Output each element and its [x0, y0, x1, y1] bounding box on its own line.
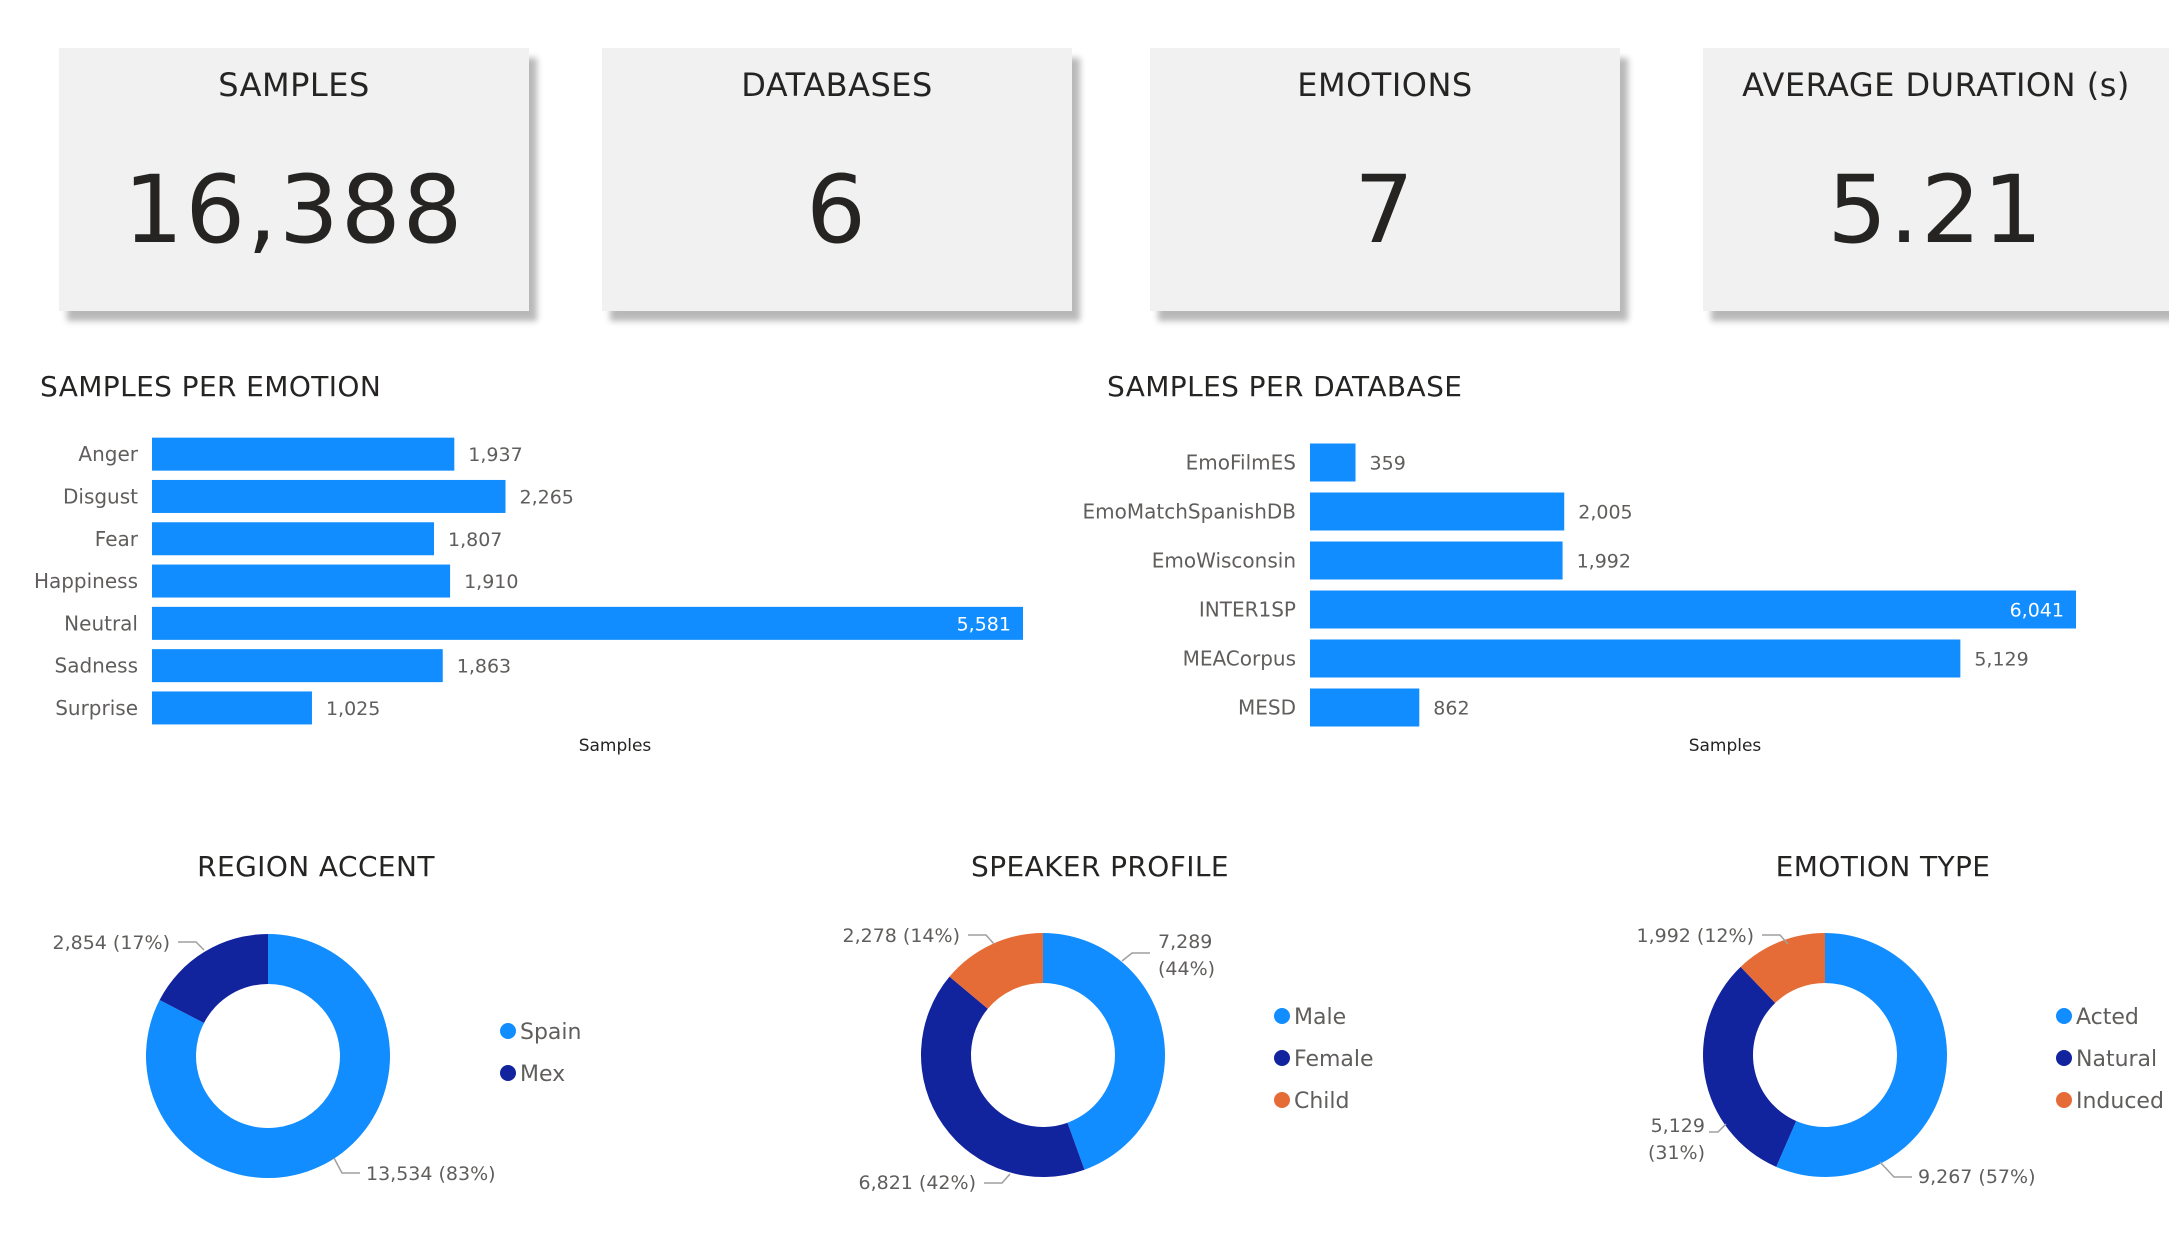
legend-marker-spain: [500, 1023, 516, 1039]
category-label-mesd: MESD: [1238, 696, 1296, 720]
legend-label-spain[interactable]: Spain: [520, 1020, 581, 1045]
data-label-male: 7,289: [1158, 931, 1212, 953]
chart-title-region-accent: REGION ACCENT: [197, 850, 435, 883]
kpi-card-samples: SAMPLES 16,388: [59, 48, 529, 311]
category-label-emowisconsin: EmoWisconsin: [1152, 549, 1296, 573]
bar-anger[interactable]: [152, 437, 455, 471]
legend-label-acted[interactable]: Acted: [2076, 1005, 2139, 1030]
data-label-neutral: 5,581: [957, 613, 1011, 635]
data-label-meacorpus: 5,129: [1974, 649, 2028, 671]
kpi-title: AVERAGE DURATION (s): [1742, 66, 2130, 104]
data-label-spain: 13,534 (83%): [366, 1163, 496, 1185]
legend-marker-female: [1274, 1050, 1290, 1066]
data-label-male: (44%): [1158, 958, 1215, 980]
bar-disgust[interactable]: [152, 479, 506, 513]
bar-meacorpus[interactable]: [1310, 639, 1961, 678]
category-label-sadness: Sadness: [55, 654, 138, 678]
legend-label-male[interactable]: Male: [1294, 1005, 1346, 1030]
data-label-child: 2,278 (14%): [843, 925, 961, 947]
category-label-inter1sp: INTER1SP: [1199, 598, 1296, 622]
bar-inter1sp[interactable]: [1310, 590, 2076, 629]
leader-line: [333, 1157, 360, 1174]
category-label-neutral: Neutral: [64, 611, 138, 635]
legend-marker-natural: [2056, 1050, 2072, 1066]
data-label-acted: 9,267 (57%): [1918, 1166, 2036, 1188]
data-label-emowisconsin: 1,992: [1577, 551, 1631, 573]
legend-label-child[interactable]: Child: [1294, 1089, 1350, 1114]
category-label-disgust: Disgust: [63, 484, 138, 508]
emotion-type-donut-chart: 9,267 (57%) 5,129 (31%) 1,992 (12%) Acted Nat…: [1637, 925, 2164, 1188]
bar-sadness[interactable]: [152, 649, 443, 683]
bar-neutral[interactable]: [152, 606, 1023, 640]
data-label-female: 6,821 (42%): [859, 1172, 977, 1194]
kpi-value: 7: [1354, 156, 1416, 265]
kpi-value: 16,388: [123, 156, 465, 265]
legend-label-mex[interactable]: Mex: [520, 1062, 565, 1087]
bar-mesd[interactable]: [1310, 688, 1420, 727]
bar-emofilmes[interactable]: [1310, 443, 1356, 482]
leader-line: [1879, 1161, 1912, 1178]
legend-label-female[interactable]: Female: [1294, 1047, 1374, 1072]
category-label-happiness: Happiness: [34, 569, 138, 593]
kpi-title: SAMPLES: [218, 66, 370, 104]
samples-per-database-bar-chart: EmoFilmES 359 EmoMatchSpanishDB 2,005 EmoWis…: [1083, 443, 2076, 756]
data-label-natural: 5,129: [1651, 1115, 1705, 1137]
category-label-meacorpus: MEACorpus: [1183, 647, 1296, 671]
category-label-emofilmes: EmoFilmES: [1186, 451, 1296, 475]
chart-title-speaker-profile: SPEAKER PROFILE: [971, 850, 1229, 883]
samples-per-emotion-bar-chart: Anger 1,937 Disgust 2,265 Fear 1,807 Happiness…: [34, 437, 1023, 756]
bar-emowisconsin[interactable]: [1310, 541, 1563, 580]
bar-fear[interactable]: [152, 522, 435, 556]
slice-female[interactable]: [921, 976, 1085, 1177]
leader-line: [1121, 952, 1150, 962]
legend-marker-induced: [2056, 1092, 2072, 1108]
data-label-anger: 1,937: [468, 444, 522, 466]
chart-title-samples-per-database: SAMPLES PER DATABASE: [1107, 370, 1463, 403]
region-accent-donut-chart: 13,534 (83%) 2,854 (17%) Spain Mex: [53, 932, 582, 1185]
kpi-value: 5.21: [1827, 156, 2045, 265]
bar-surprise[interactable]: [152, 691, 312, 725]
data-label-surprise: 1,025: [326, 698, 380, 720]
data-label-inter1sp: 6,041: [2010, 600, 2064, 622]
legend-marker-male: [1274, 1008, 1290, 1024]
category-label-fear: Fear: [95, 527, 139, 551]
leader-line: [968, 934, 995, 945]
x-axis-label: Samples: [1689, 736, 1762, 756]
data-label-induced: 1,992 (12%): [1637, 925, 1755, 947]
data-label-disgust: 2,265: [519, 486, 573, 508]
legend-label-induced[interactable]: Induced: [2076, 1089, 2164, 1114]
data-label-emomatchspanishdb: 2,005: [1578, 502, 1632, 524]
leader-line: [984, 1173, 1011, 1184]
kpi-title: DATABASES: [741, 66, 933, 104]
kpi-card-average-duration: AVERAGE DURATION (s) 5.21: [1703, 48, 2169, 311]
kpi-card-databases: DATABASES 6: [602, 48, 1072, 311]
legend-marker-acted: [2056, 1008, 2072, 1024]
category-label-anger: Anger: [78, 442, 138, 466]
bar-happiness[interactable]: [152, 564, 451, 598]
data-label-emofilmes: 359: [1370, 453, 1406, 475]
leader-line: [1709, 1123, 1727, 1133]
legend-marker-child: [1274, 1092, 1290, 1108]
category-label-surprise: Surprise: [55, 696, 138, 720]
data-label-happiness: 1,910: [464, 571, 518, 593]
data-label-mex: 2,854 (17%): [53, 932, 171, 954]
chart-title-emotion-type: EMOTION TYPE: [1775, 850, 1991, 883]
bar-emomatchspanishdb[interactable]: [1310, 492, 1565, 531]
x-axis-label: Samples: [579, 736, 652, 756]
legend-marker-mex: [500, 1065, 516, 1081]
kpi-card-emotions: EMOTIONS 7: [1150, 48, 1620, 311]
leader-line: [178, 941, 205, 951]
legend-label-natural[interactable]: Natural: [2076, 1047, 2157, 1072]
data-label-natural: (31%): [1648, 1142, 1705, 1164]
data-label-fear: 1,807: [448, 529, 502, 551]
speaker-profile-donut-chart: 7,289 (44%) 6,821 (42%) 2,278 (14%) Male Fema…: [843, 925, 1374, 1194]
category-label-emomatchspanishdb: EmoMatchSpanishDB: [1083, 500, 1296, 524]
data-label-mesd: 862: [1433, 698, 1469, 720]
chart-title-samples-per-emotion: SAMPLES PER EMOTION: [40, 370, 382, 403]
kpi-title: EMOTIONS: [1297, 66, 1473, 104]
data-label-sadness: 1,863: [457, 656, 511, 678]
kpi-value: 6: [806, 156, 868, 265]
